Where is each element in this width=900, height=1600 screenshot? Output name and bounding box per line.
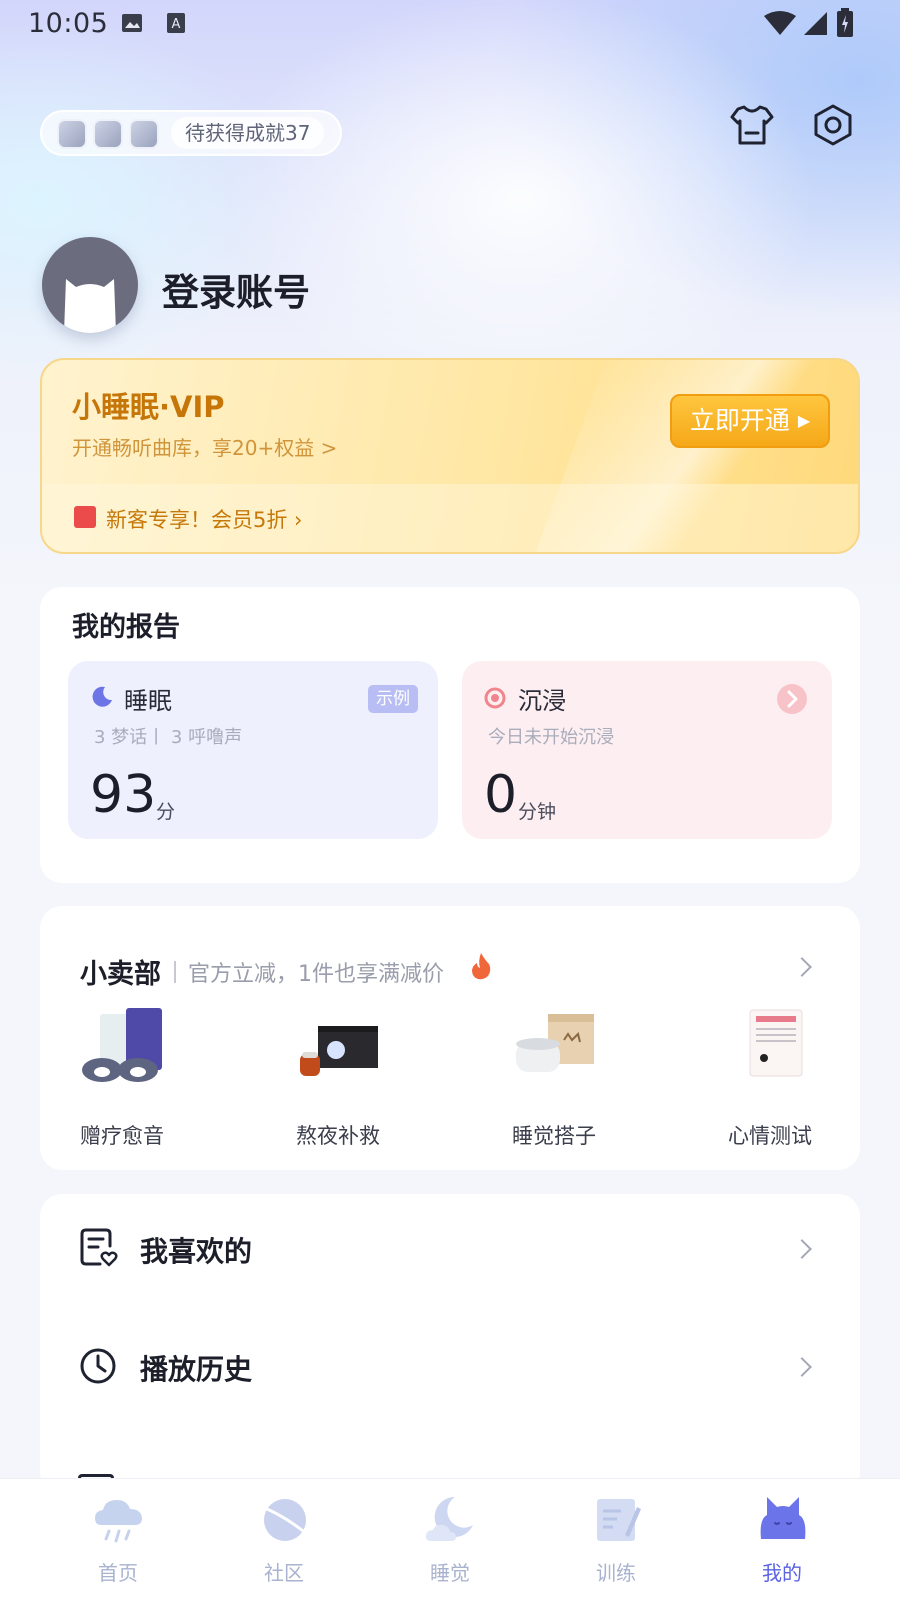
svg-text:A: A [172, 17, 181, 32]
vip-title: 小睡眠·VIP [72, 390, 225, 424]
eye-mask-product-image [82, 1008, 162, 1082]
mood-test-card-product-image [749, 1009, 803, 1077]
shop-chevron-right-icon[interactable] [792, 957, 812, 977]
cat-face-icon [760, 1497, 806, 1539]
notebook-pen-icon [597, 1499, 641, 1541]
rain-cloud-icon [95, 1500, 142, 1543]
play-triangle-icon: ▶ [797, 411, 811, 430]
favorites-list-heart-icon [80, 1228, 118, 1267]
battery-icon [837, 8, 853, 37]
arrow-right-circle-icon[interactable] [776, 683, 808, 715]
status-time: 10:05 [28, 8, 109, 39]
nav-mine[interactable]: 我的 [722, 1479, 842, 1600]
achievement-badge-icon [57, 119, 87, 149]
vip-activate-label: 立即开通 [689, 406, 790, 435]
nav-label: 首页 [98, 1561, 138, 1585]
immersion-report-tile[interactable]: 沉浸 今日未开始沉浸 0 分钟 [462, 661, 832, 839]
immersion-subtitle: 今日未开始沉浸 [488, 727, 614, 748]
image-notification-icon [122, 14, 142, 32]
nav-label: 我的 [762, 1561, 802, 1585]
shop-subtitle: 官方立减，1件也享满减价 [188, 962, 444, 987]
shop-card: 小卖部 官方立减，1件也享满减价 赠疗愈音 熬夜补救 睡觉搭子 心情测试 [40, 906, 860, 1170]
red-envelope-icon [74, 506, 96, 528]
nav-label: 训练 [596, 1561, 636, 1585]
nav-home[interactable]: 首页 [58, 1479, 178, 1600]
pending-achievements-label: 待获得成就37 [171, 117, 325, 149]
example-badge: 示例 [368, 685, 418, 713]
shop-item-label: 睡觉搭子 [512, 1124, 596, 1148]
chevron-right-icon [792, 1239, 812, 1259]
a-notification-icon: A [167, 13, 185, 33]
list-item-label: 播放历史 [140, 1353, 253, 1386]
report-card: 我的报告 睡眠 示例 3 梦话丨 3 呼噜声 93 分 沉浸 今日未开始沉浸 0… [40, 587, 860, 883]
nav-label: 社区 [264, 1561, 304, 1585]
vip-activate-button[interactable]: 立即开通 ▶ [670, 394, 830, 448]
white-noise-machine-product-image [516, 1014, 594, 1072]
moon-icon [92, 686, 112, 707]
achievement-badge-icon [93, 119, 123, 149]
shop-item-label: 心情测试 [728, 1124, 812, 1148]
tea-box-product-image [300, 1026, 378, 1076]
immersion-minutes: 0 [484, 765, 518, 825]
vip-subtitle[interactable]: 开通畅听曲库，享20+权益 > [72, 432, 337, 461]
list-item-label: 我喜欢的 [140, 1235, 253, 1268]
sleep-score: 93 [90, 765, 157, 825]
vip-promo-link[interactable]: 新客专享！会员5折 › [106, 504, 302, 534]
shop-item-label: 赠疗愈音 [80, 1124, 164, 1148]
shop-item-label: 熬夜补救 [296, 1124, 380, 1148]
clock-icon [80, 1348, 116, 1384]
cellular-signal-icon [804, 12, 827, 35]
bottom-nav: 首页 社区 睡觉 训练 我的 [0, 1478, 900, 1600]
list-item-favorites[interactable]: 我喜欢的 [40, 1194, 860, 1304]
outfit-shirt-icon[interactable] [730, 103, 774, 147]
achievement-badge-icon [129, 119, 159, 149]
report-title: 我的报告 [72, 612, 180, 643]
sleep-score-unit: 分 [156, 801, 176, 823]
target-circle-icon [484, 687, 506, 709]
shop-title-divider [174, 961, 176, 983]
login-account-link[interactable]: 登录账号 [162, 262, 310, 316]
planet-icon [264, 1499, 306, 1541]
nav-sleep[interactable]: 睡觉 [390, 1479, 510, 1600]
nav-community[interactable]: 社区 [224, 1479, 344, 1600]
sleep-subtitle: 3 梦话丨 3 呼噜声 [94, 727, 243, 748]
sleep-report-tile[interactable]: 睡眠 示例 3 梦话丨 3 呼噜声 93 分 [68, 661, 438, 839]
nav-label: 睡觉 [430, 1561, 470, 1585]
settings-gear-icon[interactable] [811, 103, 855, 147]
fire-icon [472, 953, 491, 980]
sleep-title: 睡眠 [124, 687, 172, 715]
avatar[interactable] [42, 237, 138, 333]
list-item-play-history[interactable]: 播放历史 [40, 1312, 860, 1422]
immersion-unit: 分钟 [518, 801, 557, 823]
nav-training[interactable]: 训练 [556, 1479, 676, 1600]
wifi-icon [764, 11, 796, 35]
moon-cloud-icon [425, 1496, 473, 1541]
shop-title[interactable]: 小卖部 [80, 952, 161, 991]
immersion-title: 沉浸 [518, 687, 566, 715]
cat-avatar-icon [64, 279, 116, 333]
chevron-right-icon [792, 1357, 812, 1377]
list-card: 我喜欢的 播放历史 [40, 1194, 860, 1494]
achievements-pill[interactable]: 待获得成就37 [40, 110, 342, 156]
vip-card[interactable]: 小睡眠·VIP 开通畅听曲库，享20+权益 > 立即开通 ▶ 新客专享！会员5折… [40, 358, 860, 554]
